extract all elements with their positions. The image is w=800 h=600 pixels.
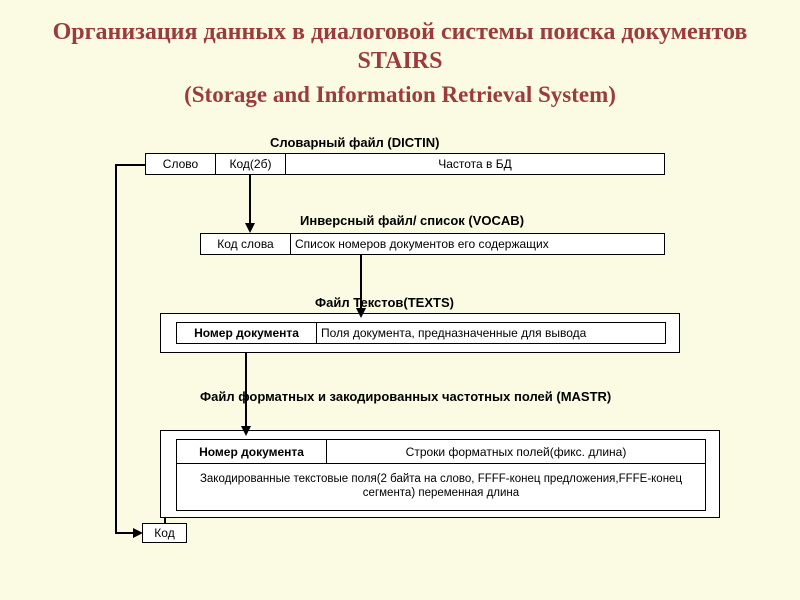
kod-stem <box>164 518 166 524</box>
arrow-dictin-vocab-line <box>249 175 251 225</box>
dictin-c3: Частота в БД <box>286 154 664 174</box>
dictin-c2: Код(2б) <box>216 154 286 174</box>
arrow-texts-mastr-line <box>245 353 247 428</box>
mastr-r1c1: Номер документа <box>177 440 327 463</box>
kod-label: Код <box>143 524 186 542</box>
texts-outer: Номер документа Поля документа, предназн… <box>160 313 680 353</box>
vocab-label: Инверсный файл/ список (VOCAB) <box>300 213 524 228</box>
dictin-label: Словарный файл (DICTIN) <box>270 135 439 150</box>
texts-c1: Номер документа <box>177 323 317 343</box>
conn-left-to-kod <box>115 532 135 534</box>
page-subtitle: (Storage and Information Retrieval Syste… <box>0 82 800 118</box>
diagram: Словарный файл (DICTIN) Слово Код(2б) Ча… <box>70 135 730 585</box>
arrow-dictin-vocab-head <box>245 223 255 233</box>
mastr-inner: Номер документа Строки форматных полей(ф… <box>176 439 706 511</box>
conn-left-v <box>115 164 117 534</box>
mastr-r1c2: Строки форматных полей(фикс. длина) <box>327 440 705 463</box>
vocab-c1: Код слова <box>201 234 291 254</box>
vocab-c2: Список номеров документов его содержащих <box>291 234 664 254</box>
mastr-r2: Закодированные текстовые поля(2 байта на… <box>177 464 705 510</box>
arrow-vocab-texts-line <box>360 255 362 310</box>
texts-inner: Номер документа Поля документа, предназн… <box>176 322 666 344</box>
texts-c2: Поля документа, предназначенные для выво… <box>317 323 665 343</box>
arrow-texts-mastr-head <box>241 426 251 436</box>
conn-slovo-h <box>115 164 145 166</box>
dictin-box: Слово Код(2б) Частота в БД <box>145 153 665 175</box>
arrow-vocab-texts-head <box>356 308 366 318</box>
texts-label: Файл Текстов(TEXTS) <box>315 295 454 310</box>
dictin-c1: Слово <box>146 154 216 174</box>
page-title: Организация данных в диалоговой системы … <box>0 0 800 82</box>
mastr-label: Файл форматных и закодированных частотны… <box>200 390 660 405</box>
kod-box: Код <box>142 523 187 543</box>
mastr-outer: Номер документа Строки форматных полей(ф… <box>160 430 720 518</box>
vocab-box: Код слова Список номеров документов его … <box>200 233 665 255</box>
